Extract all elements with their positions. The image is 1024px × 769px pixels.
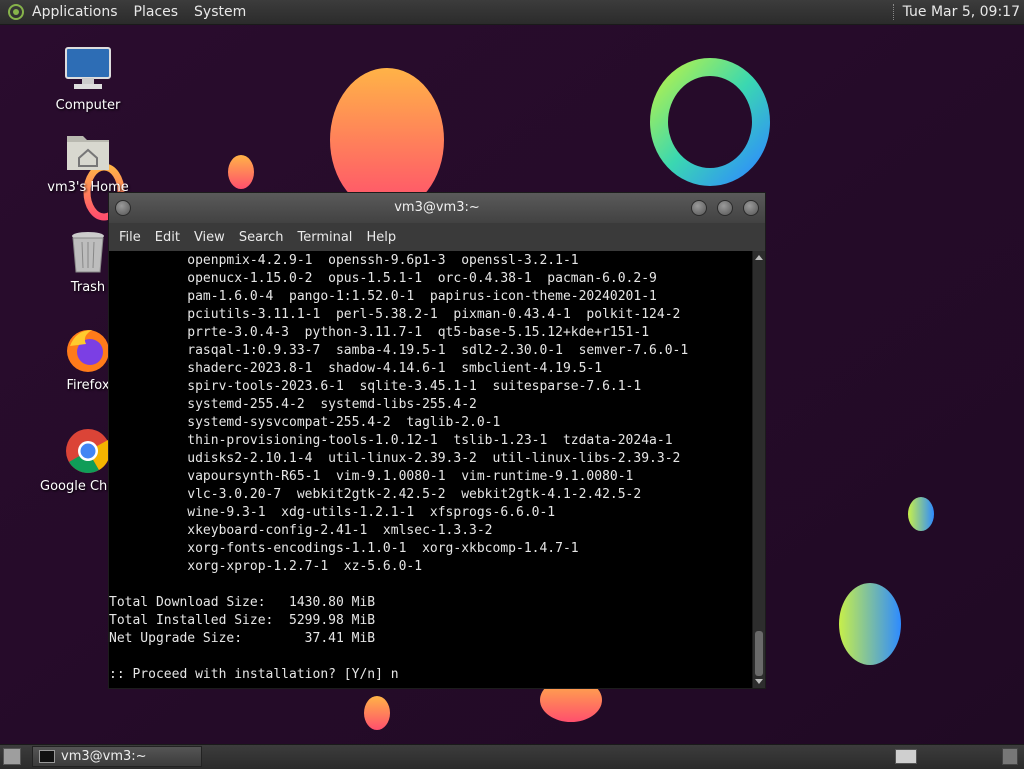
menu-terminal[interactable]: Terminal (290, 230, 359, 245)
terminal-line: udisks2-2.10.1-4 util-linux-2.39.3-2 uti… (109, 451, 681, 466)
panel-separator (892, 4, 895, 20)
terminal-line: Total Installed Size: 5299.98 MiB (109, 613, 376, 628)
menu-view[interactable]: View (187, 230, 232, 245)
terminal-line: systemd-255.4-2 systemd-libs-255.4-2 (109, 397, 477, 412)
terminal-icon (39, 750, 55, 763)
computer-icon (64, 46, 112, 94)
terminal-menubar: File Edit View Search Terminal Help (109, 223, 765, 251)
menu-file[interactable]: File (112, 230, 148, 245)
terminal-line: vlc-3.0.20-7 webkit2gtk-2.42.5-2 webkit2… (109, 487, 642, 502)
distro-logo-icon[interactable] (8, 4, 24, 20)
wallpaper-orange-blob-small (228, 155, 254, 189)
terminal-line: thin-provisioning-tools-1.0.12-1 tslib-1… (109, 433, 673, 448)
terminal-line: xorg-fonts-encodings-1.1.0-1 xorg-xkbcom… (109, 541, 579, 556)
menu-edit[interactable]: Edit (148, 230, 187, 245)
scrollbar-thumb[interactable] (755, 631, 763, 676)
panel-clock[interactable]: Tue Mar 5, 09:17 (903, 4, 1024, 20)
places-menu[interactable]: Places (126, 0, 187, 24)
trash-applet-icon[interactable] (1002, 748, 1018, 765)
terminal-line: rasqal-1:0.9.33-7 samba-4.19.5-1 sdl2-2.… (109, 343, 689, 358)
show-desktop-icon[interactable] (3, 748, 21, 765)
scroll-up-arrow-icon[interactable] (755, 255, 763, 260)
terminal-line: wine-9.3-1 xdg-utils-1.2.1-1 xfsprogs-6.… (109, 505, 556, 520)
desktop-icon-computer[interactable]: Computer (40, 46, 136, 113)
terminal-line: Total Download Size: 1430.80 MiB (109, 595, 376, 610)
terminal-line: openucx-1.15.0-2 opus-1.5.1-1 orc-0.4.38… (109, 271, 657, 286)
home-folder-icon (64, 128, 112, 176)
system-menu[interactable]: System (186, 0, 254, 24)
bottom-panel: vm3@vm3:~ (0, 744, 1024, 769)
wallpaper-blob-bottom-small (364, 696, 390, 730)
window-menu-button[interactable] (115, 200, 131, 216)
trash-icon (64, 228, 112, 276)
desktop-icon-home[interactable]: vm3's Home (40, 128, 136, 195)
close-button[interactable] (743, 200, 759, 216)
terminal-scrollbar[interactable] (752, 251, 765, 688)
terminal-line: vapoursynth-R65-1 vim-9.1.0080-1 vim-run… (109, 469, 634, 484)
taskbar-terminal-button[interactable]: vm3@vm3:~ (32, 746, 202, 767)
terminal-line: xorg-xprop-1.2.7-1 xz-5.6.0-1 (109, 559, 423, 574)
wallpaper-blob-blue-small (908, 497, 934, 531)
terminal-window[interactable]: vm3@vm3:~ File Edit View Search Terminal… (108, 192, 766, 689)
workspace-switcher[interactable] (895, 749, 917, 764)
terminal-line: Net Upgrade Size: 37.41 MiB (109, 631, 376, 646)
terminal-titlebar[interactable]: vm3@vm3:~ (109, 193, 765, 223)
menu-search[interactable]: Search (232, 230, 291, 245)
firefox-icon (64, 326, 112, 374)
terminal-line: pciutils-3.11.1-1 perl-5.38.2-1 pixman-0… (109, 307, 681, 322)
terminal-line: pam-1.6.0-4 pango-1:1.52.0-1 papirus-ico… (109, 289, 657, 304)
terminal-line: spirv-tools-2023.6-1 sqlite-3.45.1-1 sui… (109, 379, 642, 394)
terminal-line: xkeyboard-config-2.41-1 xmlsec-1.3.3-2 (109, 523, 493, 538)
applications-menu[interactable]: Applications (24, 0, 126, 24)
minimize-button[interactable] (691, 200, 707, 216)
chrome-icon (64, 427, 112, 475)
terminal-prompt-line: :: Proceed with installation? [Y/n] n (109, 667, 399, 682)
wallpaper-orange-blob-large (330, 68, 444, 212)
terminal-line: systemd-sysvcompat-255.4-2 taglib-2.0-1 (109, 415, 501, 430)
terminal-line: shaderc-2023.8-1 shadow-4.14.6-1 smbclie… (109, 361, 603, 376)
window-title: vm3@vm3:~ (394, 200, 480, 215)
terminal-output[interactable]: openpmix-4.2.9-1 openssh-9.6p1-3 openssl… (109, 251, 752, 688)
terminal-line: prrte-3.0.4-3 python-3.11.7-1 qt5-base-5… (109, 325, 650, 340)
top-panel: Applications Places System Tue Mar 5, 09… (0, 0, 1024, 25)
taskbar-label: vm3@vm3:~ (61, 749, 147, 764)
terminal-line: openpmix-4.2.9-1 openssh-9.6p1-3 openssl… (109, 253, 579, 268)
maximize-button[interactable] (717, 200, 733, 216)
desktop-icon-label: Computer (55, 98, 121, 113)
wallpaper-blob-greenblue (839, 583, 901, 665)
scroll-down-arrow-icon[interactable] (755, 679, 763, 684)
menu-help[interactable]: Help (359, 230, 403, 245)
